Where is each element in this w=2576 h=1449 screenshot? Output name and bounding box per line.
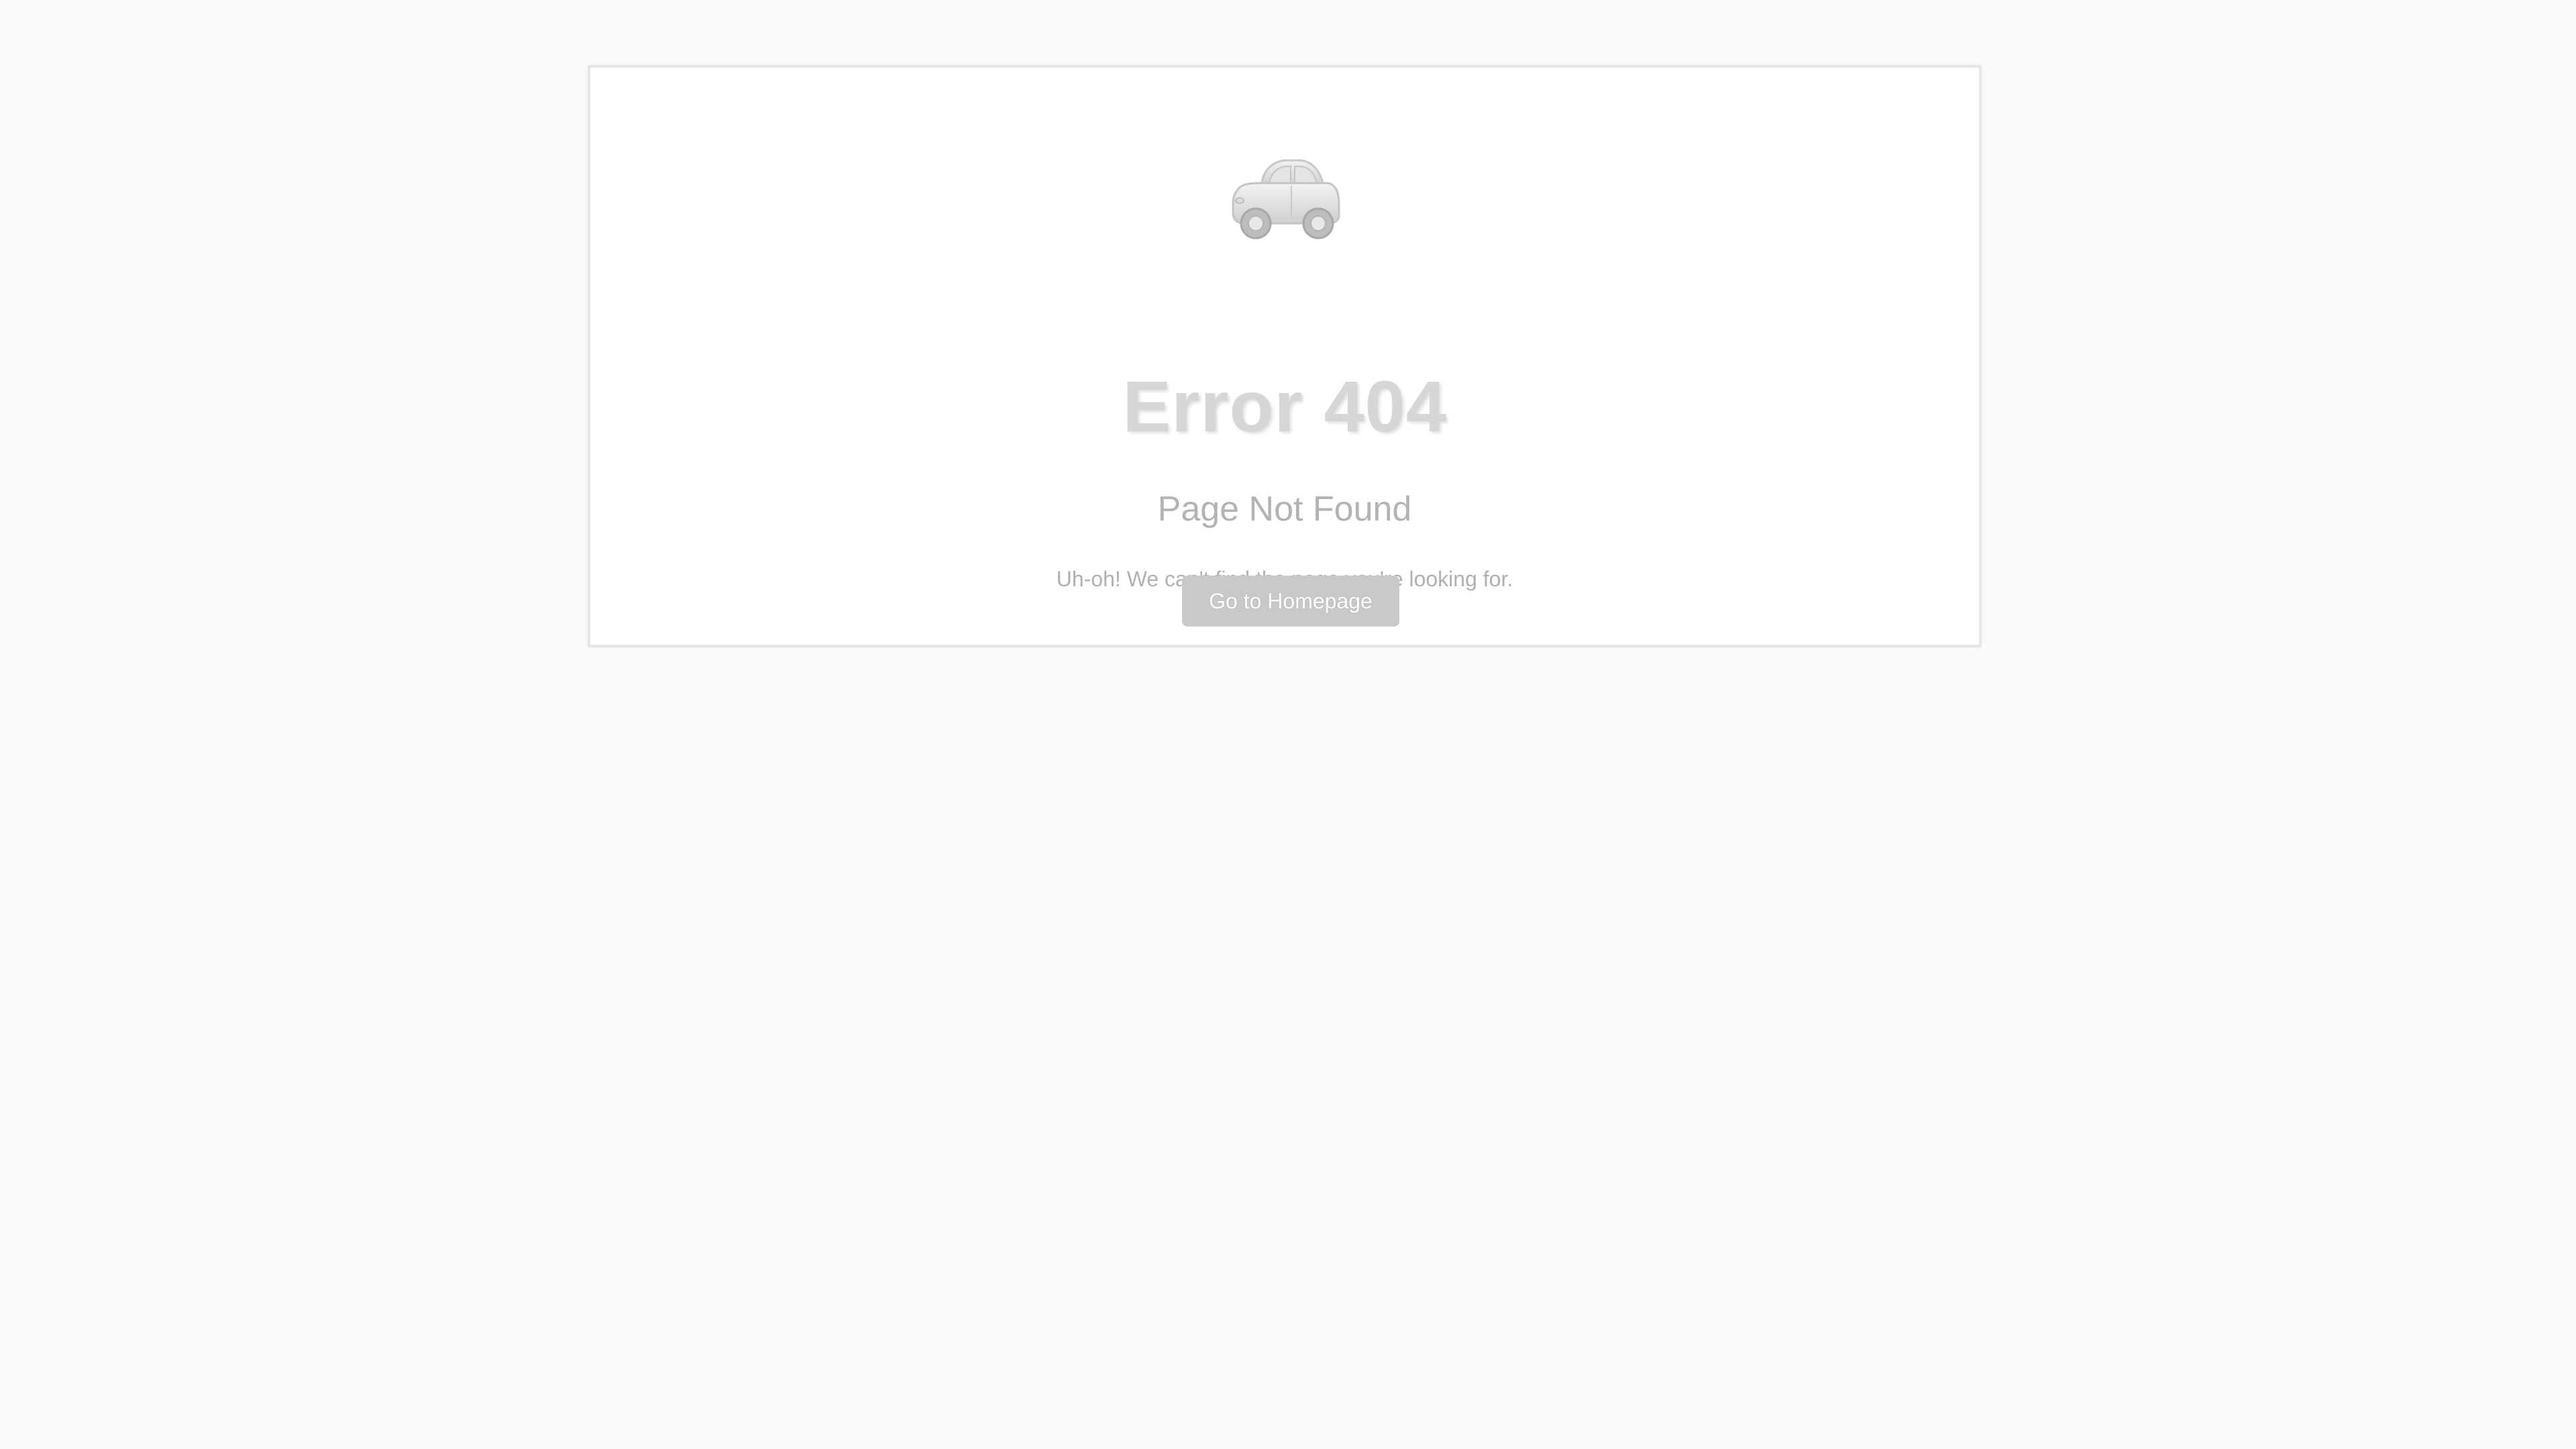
error-title: Error 404 [1122,366,1447,447]
error-page: Error 404 Page Not Found Uh-oh! We can't… [0,0,2576,1449]
error-subtitle: Page Not Found [1157,490,1412,529]
icon-container [590,148,1979,316]
car-icon [1232,159,1340,239]
error-card: Error 404 Page Not Found Uh-oh! We can't… [588,65,1982,647]
go-to-homepage-button[interactable]: Go to Homepage [1182,576,1399,627]
